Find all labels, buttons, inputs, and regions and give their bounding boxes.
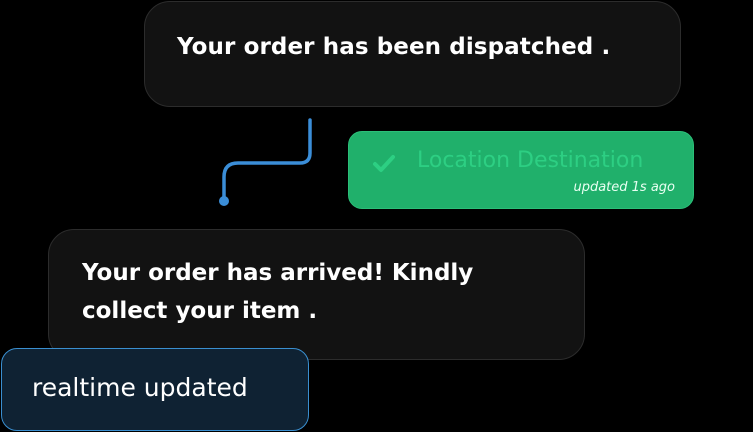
location-destination-badge: Location Destination updated 1s ago bbox=[348, 131, 694, 209]
realtime-updated-badge: realtime updated bbox=[1, 348, 309, 431]
location-updated-time: updated 1s ago bbox=[573, 180, 675, 195]
dispatched-message-text: Your order has been dispatched . bbox=[177, 34, 611, 60]
arrived-message-text: Your order has arrived! Kindly collect y… bbox=[82, 260, 474, 324]
flow-connector-icon bbox=[219, 118, 312, 206]
check-icon bbox=[373, 155, 395, 172]
realtime-updated-label: realtime updated bbox=[32, 373, 248, 402]
arrived-message: Your order has arrived! Kindly collect y… bbox=[48, 229, 585, 360]
dispatched-message: Your order has been dispatched . bbox=[144, 1, 681, 107]
location-destination-label: Location Destination bbox=[417, 148, 644, 173]
